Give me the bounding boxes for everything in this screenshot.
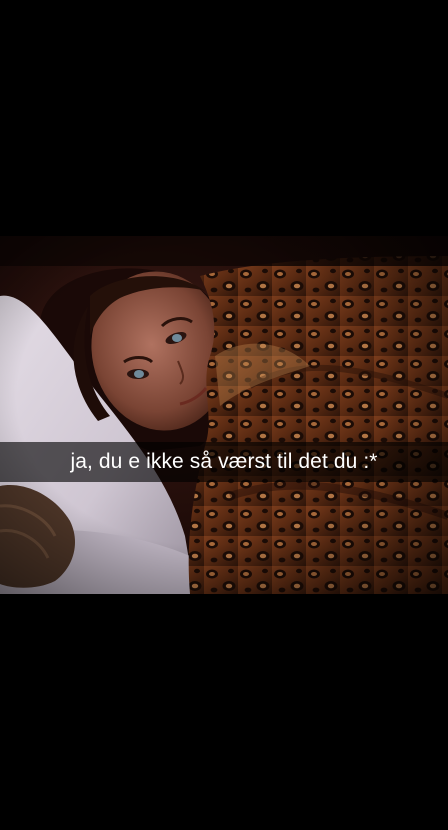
caption-bar: ja, du e ikke så værst til det du :* [0,442,448,482]
snap-screen[interactable]: ja, du e ikke så værst til det du :* [0,0,448,830]
photo-illustration [0,236,448,594]
caption-text: ja, du e ikke så værst til det du :* [70,450,378,473]
snap-photo[interactable] [0,236,448,594]
